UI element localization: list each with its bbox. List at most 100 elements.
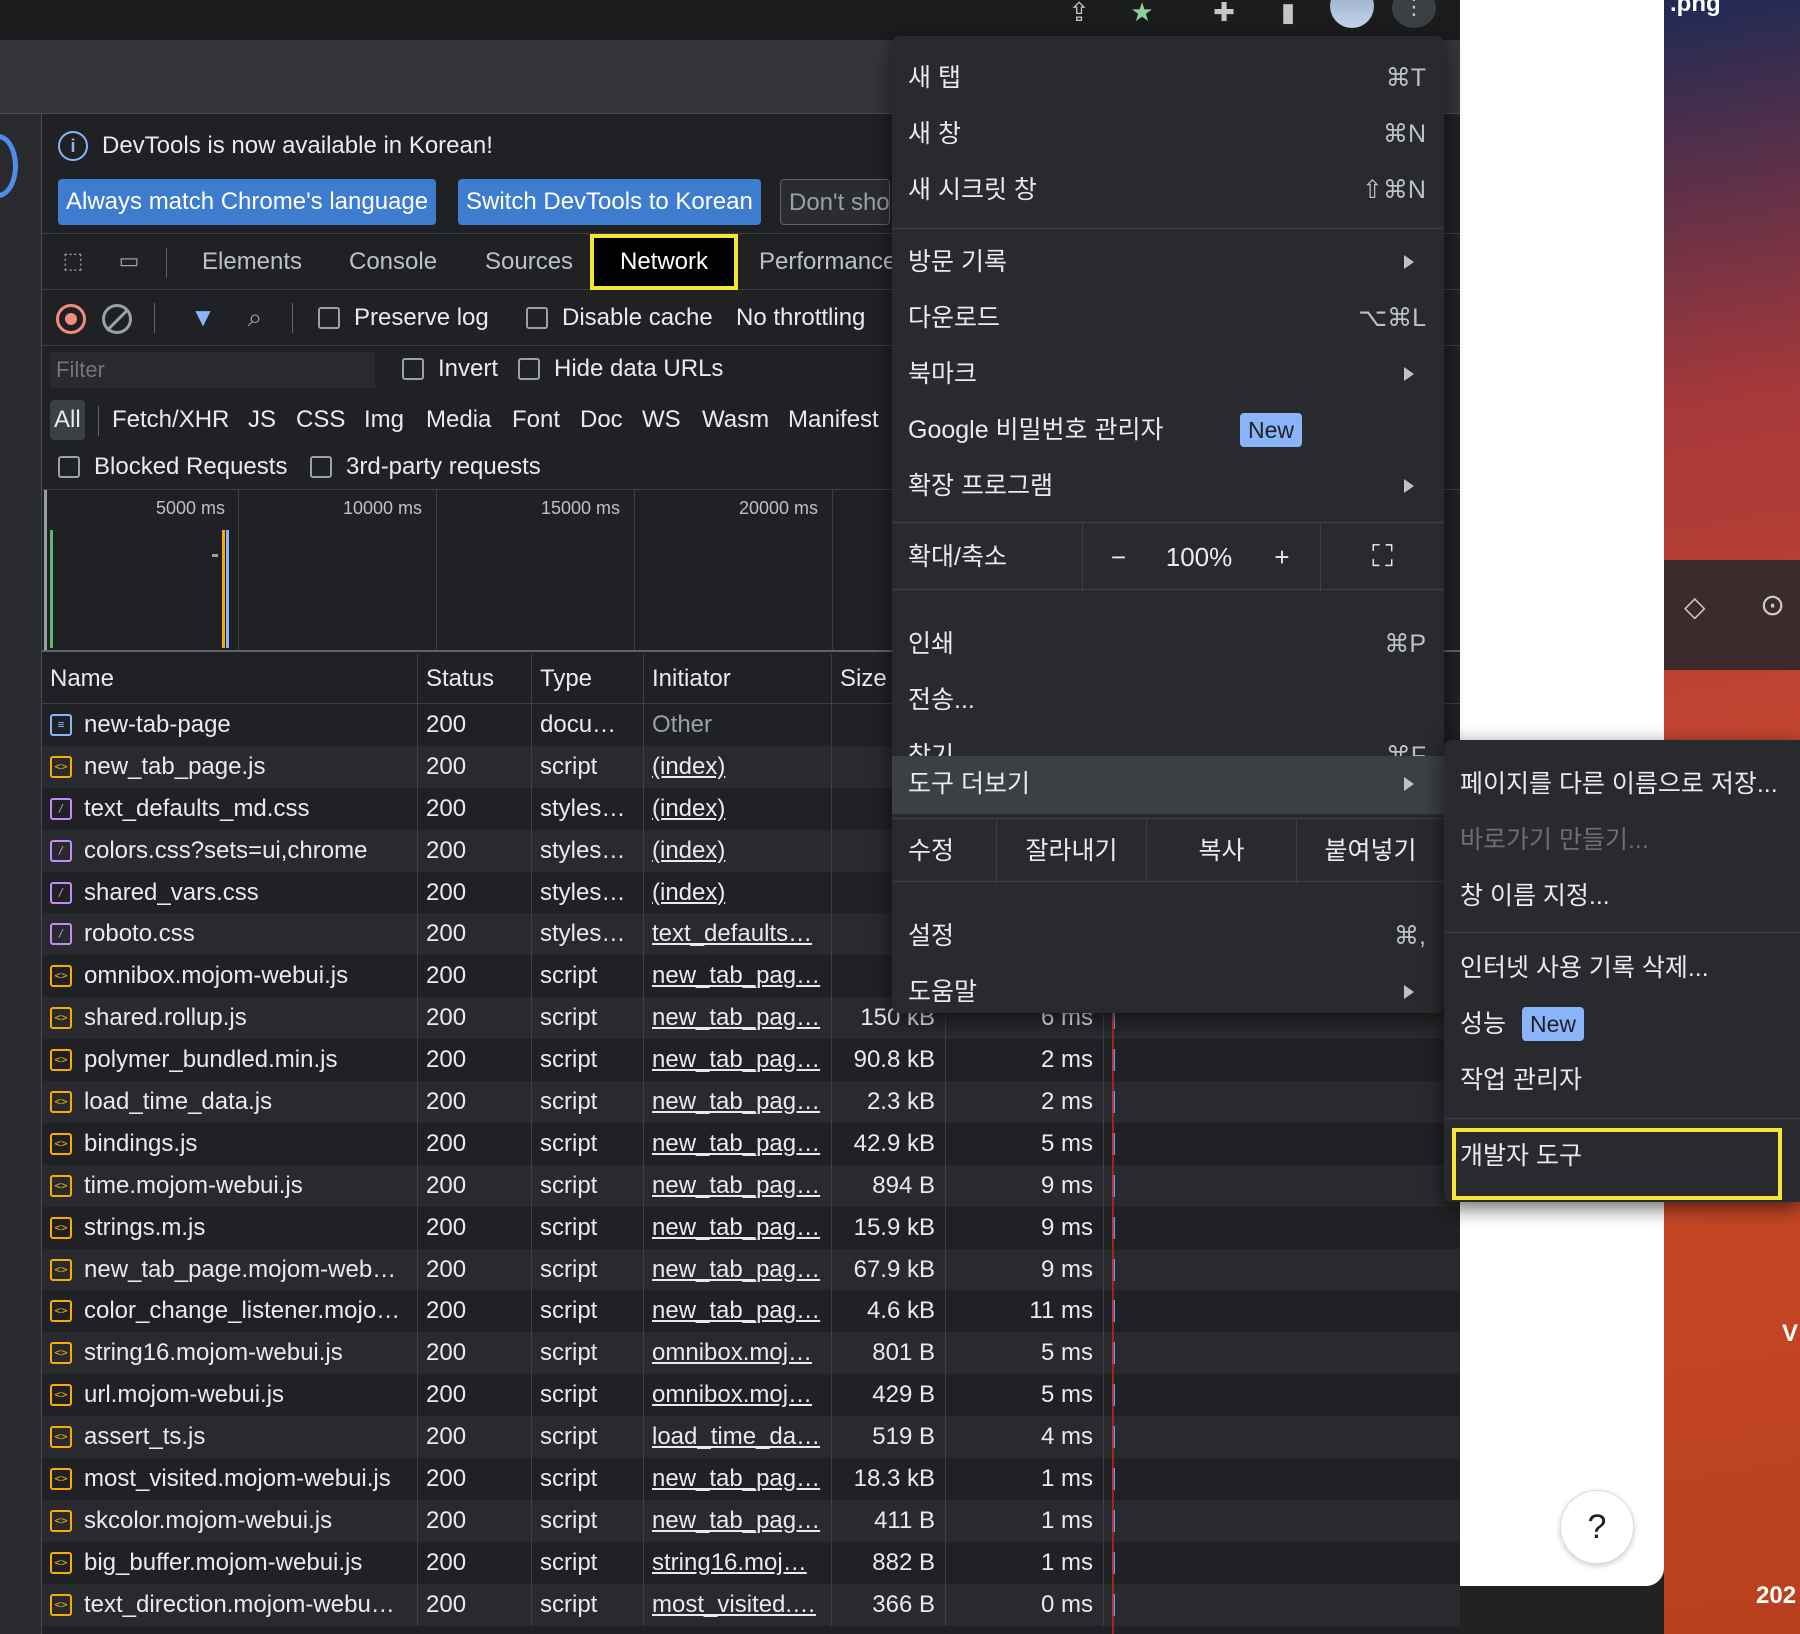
share-icon[interactable]: ⇪ [1064, 0, 1094, 28]
tab-elements[interactable]: Elements [202, 234, 302, 290]
column-header-type[interactable]: Type [532, 654, 644, 704]
menu-item-performance[interactable]: 성능 New [1444, 996, 1800, 1052]
table-row[interactable]: polymer_bundled.min.js 200 script new_tab_p… [42, 1039, 1460, 1082]
cell-initiator[interactable]: (index) [644, 745, 832, 788]
tab-sources[interactable]: Sources [485, 234, 573, 290]
cell-initiator[interactable]: (index) [644, 829, 832, 872]
more-icon[interactable]: ⊙ [1760, 588, 1785, 623]
cell-initiator[interactable]: new_tab_pag… [644, 1499, 832, 1542]
zoom-out-button[interactable]: − [1082, 523, 1154, 591]
column-header-name[interactable]: Name [42, 654, 418, 704]
table-row[interactable]: text_direction.mojom-webu… 200 script most_… [42, 1583, 1460, 1626]
cell-initiator[interactable]: new_tab_pag… [644, 1039, 832, 1082]
cell-initiator[interactable]: new_tab_pag… [644, 1458, 832, 1500]
cell-initiator[interactable]: new_tab_pag… [644, 955, 832, 998]
filter-input[interactable] [50, 352, 375, 388]
menu-item-new-window[interactable]: 새 창 ⌘N [892, 106, 1444, 162]
cell-initiator[interactable]: new_tab_pag… [644, 1290, 832, 1333]
type-filter-doc[interactable]: Doc [580, 400, 623, 440]
third-party-checkbox[interactable] [310, 456, 332, 478]
menu-item-clear-data[interactable]: 인터넷 사용 기록 삭제... [1444, 940, 1800, 996]
table-row[interactable]: bindings.js 200 script new_tab_pag… 42.9 kB 5… [42, 1122, 1460, 1165]
cell-initiator[interactable]: (index) [644, 871, 832, 914]
table-row[interactable]: big_buffer.mojom-webui.js 200 script string… [42, 1541, 1460, 1584]
disable-cache-checkbox[interactable] [526, 307, 548, 329]
search-icon[interactable]: ⌕ [240, 302, 270, 332]
type-filter-js[interactable]: JS [248, 400, 276, 440]
menu-item-developer-tools[interactable]: 개발자 도구 [1452, 1128, 1782, 1200]
table-row[interactable]: color_change_listener.mojo… 200 script new_… [42, 1290, 1460, 1333]
cell-initiator[interactable]: most_visited.… [644, 1583, 832, 1626]
menu-item-incognito[interactable]: 새 시크릿 창 ⇧⌘N [892, 162, 1444, 218]
overview-handle-left[interactable] [44, 490, 47, 650]
table-row[interactable]: assert_ts.js 200 script load_time_da… 519 B4… [42, 1416, 1460, 1459]
cell-initiator[interactable]: text_defaults… [644, 913, 832, 956]
blocked-requests-checkbox[interactable] [58, 456, 80, 478]
type-filter-css[interactable]: CSS [296, 400, 345, 440]
type-filter-wasm[interactable]: Wasm [702, 400, 769, 440]
table-row[interactable]: url.mojom-webui.js 200 script omnibox.moj… 4… [42, 1374, 1460, 1417]
menu-item-downloads[interactable]: 다운로드 ⌥⌘L [892, 290, 1444, 346]
cell-initiator[interactable]: new_tab_pag… [644, 1248, 832, 1291]
column-header-initiator[interactable]: Initiator [644, 654, 832, 704]
menu-item-history[interactable]: 방문 기록 [892, 234, 1444, 290]
always-match-language-button[interactable]: Always match Chrome's language [58, 179, 437, 225]
type-filter-manifest[interactable]: Manifest [788, 400, 879, 440]
menu-item-print[interactable]: 인쇄 ⌘P [892, 616, 1444, 672]
menu-item-bookmarks[interactable]: 북마크 [892, 346, 1444, 402]
table-row[interactable]: strings.m.js 200 script new_tab_pag… 15.9 kB… [42, 1206, 1460, 1249]
preserve-log-checkbox[interactable] [318, 307, 340, 329]
side-panel-icon[interactable]: ▮ [1273, 0, 1303, 28]
cell-initiator[interactable]: string16.moj… [644, 1541, 832, 1584]
column-header-status[interactable]: Status [418, 654, 532, 704]
menu-item-help[interactable]: 도움말 [892, 964, 1444, 1020]
profile-avatar[interactable] [1330, 0, 1374, 28]
copy-button[interactable]: 복사 [1146, 819, 1296, 883]
dont-show-again-button[interactable]: Don't show again [780, 179, 890, 225]
inspect-element-icon[interactable]: ⬚ [58, 246, 88, 276]
type-filter-img[interactable]: Img [364, 400, 404, 440]
tag-icon[interactable]: ◇ [1684, 590, 1706, 623]
tab-console[interactable]: Console [349, 234, 437, 290]
type-filter-fetch[interactable]: Fetch/XHR [112, 400, 229, 440]
record-icon[interactable] [56, 304, 86, 334]
menu-item-settings[interactable]: 설정 ⌘, [892, 908, 1444, 964]
star-icon[interactable]: ★ [1127, 0, 1157, 28]
filter-icon[interactable]: ▼ [188, 302, 218, 332]
menu-item-name-window[interactable]: 창 이름 지정... [1444, 868, 1800, 924]
cell-initiator[interactable]: new_tab_pag… [644, 1081, 832, 1123]
menu-item-new-tab[interactable]: 새 탭 ⌘T [892, 50, 1444, 106]
hide-data-urls-checkbox[interactable] [518, 358, 540, 380]
table-row[interactable]: most_visited.mojom-webui.js 200 script new_… [42, 1458, 1460, 1500]
zoom-in-button[interactable]: + [1244, 523, 1320, 591]
menu-item-more-tools[interactable]: 도구 더보기 [892, 756, 1444, 814]
menu-item-cast[interactable]: 전송... [892, 672, 1444, 728]
menu-item-task-manager[interactable]: 작업 관리자 [1444, 1052, 1800, 1108]
help-button[interactable]: ? [1560, 1490, 1634, 1564]
cell-initiator[interactable]: new_tab_pag… [644, 1122, 832, 1165]
clear-icon[interactable] [102, 304, 132, 334]
extensions-icon[interactable]: ✚ [1208, 0, 1240, 28]
table-row[interactable]: time.mojom-webui.js 200 script new_tab_pag…… [42, 1164, 1460, 1207]
table-row[interactable]: load_time_data.js 200 script new_tab_pag… 2.… [42, 1081, 1460, 1123]
switch-to-korean-button[interactable]: Switch DevTools to Korean [458, 179, 761, 225]
type-filter-all[interactable]: All [50, 400, 85, 440]
invert-checkbox[interactable] [402, 358, 424, 380]
fullscreen-icon[interactable]: ⛶ [1320, 523, 1444, 591]
kebab-menu-icon[interactable]: ⋮ [1392, 0, 1436, 28]
table-row[interactable]: new_tab_page.mojom-web… 200 script new_tab_… [42, 1248, 1460, 1291]
throttling-select[interactable]: No throttling [736, 304, 865, 332]
cell-initiator[interactable]: omnibox.moj… [644, 1374, 832, 1417]
cell-initiator[interactable]: load_time_da… [644, 1416, 832, 1459]
table-row[interactable]: skcolor.mojom-webui.js 200 script new_tab_p… [42, 1499, 1460, 1542]
table-row[interactable]: string16.mojom-webui.js 200 script omnibox.… [42, 1332, 1460, 1375]
menu-item-save-page[interactable]: 페이지를 다른 이름으로 저장... [1444, 756, 1800, 812]
cell-initiator[interactable]: new_tab_pag… [644, 1206, 832, 1249]
tab-performance[interactable]: Performance [759, 234, 896, 290]
device-toolbar-icon[interactable]: ▭ [114, 246, 144, 276]
cell-initiator[interactable]: new_tab_pag… [644, 997, 832, 1040]
cell-initiator[interactable]: omnibox.moj… [644, 1332, 832, 1375]
tab-network[interactable]: Network [590, 234, 739, 290]
menu-item-extensions[interactable]: 확장 프로그램 [892, 458, 1444, 514]
paste-button[interactable]: 붙여넣기 [1296, 819, 1444, 883]
